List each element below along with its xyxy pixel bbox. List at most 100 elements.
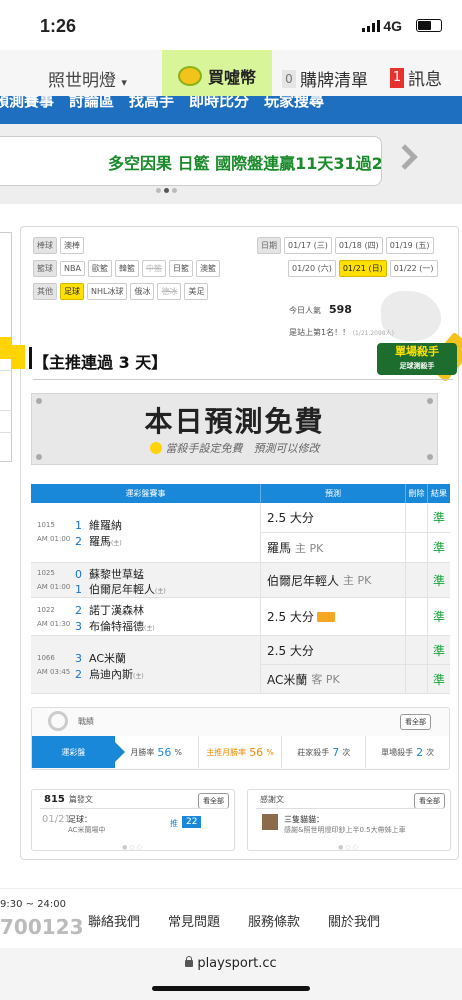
home-tag: (主) xyxy=(155,588,166,595)
col-header-result: 結果 xyxy=(431,489,447,498)
tab-main-monthly-win[interactable]: 主推月勝率 56% xyxy=(197,736,282,768)
match-id: 1015 xyxy=(37,521,55,529)
match-id: 1066 xyxy=(37,654,55,662)
buy-coins-button[interactable]: 買噓幣 xyxy=(162,50,272,102)
filter-tag[interactable]: 美足 xyxy=(184,283,209,300)
divider xyxy=(33,379,453,380)
filter-tag[interactable]: 俄冰 xyxy=(130,283,155,300)
free-subtitle: 當殺手設定免費 預測可以修改 xyxy=(32,440,437,456)
result-cells: 準 準 xyxy=(428,503,450,562)
marquee-banner[interactable]: 多空因果 日籃 國際盤連贏11天31過21 xyxy=(0,136,382,186)
footer-link-contact[interactable]: 聯絡我們 xyxy=(88,911,140,930)
match-info: 1066 AM 03:45 3 AC米蘭 2 烏迪內斯(主) xyxy=(31,636,261,693)
pick: 2.5 大分 xyxy=(261,636,405,665)
tab-sports-lottery[interactable]: 運彩盤 xyxy=(32,736,125,768)
filter-tag[interactable]: NBA xyxy=(60,261,85,276)
team-away: 3 AC米蘭 xyxy=(75,650,126,666)
footer: 9:30 ~ 24:00 700123 聯絡我們 常見問題 服務條款 關於我們 xyxy=(0,888,462,948)
score-home: 1 xyxy=(75,583,82,596)
filter-tag[interactable]: 澳棒 xyxy=(60,237,84,254)
record-tabs: 運彩盤 月勝率 56% 主推月勝率 56% 莊家殺手 7 次 單場殺手 2 次 xyxy=(32,736,449,768)
avatar xyxy=(262,814,278,830)
match-id: 1025 xyxy=(37,569,55,577)
result-cells: 準 準 xyxy=(428,636,450,693)
top-nav: 照世明燈 ▾ 買噓幣 0 購牌清單 1 訊息 xyxy=(0,50,462,102)
result: 準 xyxy=(428,503,450,533)
push-count: 22 xyxy=(182,816,202,828)
messages-label: 訊息 xyxy=(408,70,442,90)
filter-tag-selected[interactable]: 足球 xyxy=(60,283,84,300)
delete-cell xyxy=(406,636,428,693)
tab-bookie-killer[interactable]: 莊家殺手 7 次 xyxy=(281,736,366,768)
team-home-name: 伯爾尼年輕人 xyxy=(89,583,155,596)
status-bar: 1:26 4G xyxy=(0,0,462,50)
posts-see-all-button[interactable]: 看全部 xyxy=(198,793,229,809)
thanks-header: 感謝文 xyxy=(260,795,284,804)
result: 準 xyxy=(428,636,450,665)
score-away: 0 xyxy=(75,568,82,581)
buy-coins-label: 買噓幣 xyxy=(207,68,256,87)
footer-link-terms[interactable]: 服務條款 xyxy=(248,911,300,930)
killer-title: 單場殺手 xyxy=(395,345,439,358)
match-info: 1022 AM 01:30 2 諾丁漢森林 3 布倫特福德(主) xyxy=(31,598,261,635)
pick-hint: 客 PK xyxy=(311,673,340,686)
url-text: playsport.cc xyxy=(197,956,277,971)
date-option[interactable]: 01/19 (五) xyxy=(385,237,434,254)
section-nav-text: 預測賽事 討論區 找高手 即時比分 玩家搜尋 xyxy=(0,96,325,110)
team-home: 1 伯爾尼年輕人(主) xyxy=(75,581,166,597)
team-away-name: 蘇黎世草蜢 xyxy=(89,568,144,581)
thanks-text[interactable]: 感謝&照世明燈印鈔上半0.5大帶姊上車 xyxy=(284,825,406,835)
see-all-button[interactable]: 看全部 xyxy=(400,714,431,730)
home-indicator[interactable] xyxy=(152,986,310,991)
cart-link[interactable]: 0 購牌清單 xyxy=(282,66,368,91)
signal-icon xyxy=(362,20,380,32)
tab-single-killer[interactable]: 單場殺手 2 次 xyxy=(365,736,449,768)
rank-note-text: 是站上第1名！！ xyxy=(289,328,351,337)
browser-url-bar[interactable]: playsport.cc xyxy=(0,948,462,1000)
footer-link-about[interactable]: 關於我們 xyxy=(328,911,380,930)
user-name: 照世明燈 xyxy=(48,71,116,91)
tab-label: 主推月勝率 xyxy=(206,747,247,757)
result: 準 xyxy=(432,672,445,687)
headline: 【主推連過 3 天】 xyxy=(28,347,167,373)
cart-count: 0 xyxy=(282,69,296,88)
date-option-selected[interactable]: 01/21 (日) xyxy=(338,260,387,277)
filter-tag[interactable]: NHL冰球 xyxy=(87,283,128,300)
messages-link[interactable]: 1 訊息 xyxy=(390,65,442,90)
section-nav-strip[interactable]: 預測賽事 討論區 找高手 即時比分 玩家搜尋 xyxy=(0,96,462,124)
match-time: AM 03:45 xyxy=(37,668,71,676)
result: 準 xyxy=(432,610,445,624)
pick-hint: 主 PK xyxy=(295,541,324,555)
date-option[interactable]: 01/22 (一) xyxy=(389,260,438,277)
pick-text: AC米蘭 xyxy=(267,672,308,687)
main-pick-icon xyxy=(316,611,335,622)
score-away: 2 xyxy=(75,604,82,617)
date-option[interactable]: 01/18 (四) xyxy=(334,237,383,254)
date-option[interactable]: 01/17 (三) xyxy=(284,237,332,254)
service-hours: 9:30 ~ 24:00 xyxy=(0,899,67,910)
user-menu[interactable]: 照世明燈 ▾ xyxy=(48,66,127,91)
result: 準 xyxy=(432,573,445,588)
pick-cells: 2.5 大分 羅馬主 PK xyxy=(261,503,406,562)
date-label: 日期 xyxy=(257,237,281,254)
filter-tag[interactable]: 澳籃 xyxy=(195,260,220,277)
match-info: 1015 AM 01:00 1 維羅納 2 羅馬(主) xyxy=(31,503,261,562)
col-header-match: 運彩盤賽事 xyxy=(31,484,261,503)
pick-hint: 主 PK xyxy=(343,574,372,587)
tab-monthly-win[interactable]: 月勝率 56% xyxy=(114,736,198,768)
date-option[interactable]: 01/20 (六) xyxy=(288,260,336,277)
filter-tag[interactable]: 日籃 xyxy=(168,260,193,277)
main-panel: 棒球 澳棒 籃球 NBA 歐籃 韓籃 中籃 日籃 澳籃 其他 足球 NHL冰球 … xyxy=(11,226,462,860)
pick: 羅馬主 PK xyxy=(261,533,405,562)
filter-tag[interactable]: 歐籃 xyxy=(87,260,112,277)
posts-count: 815 xyxy=(44,794,65,805)
record-title: 戰績 xyxy=(78,717,94,726)
post-title[interactable]: AC米蘭場中 xyxy=(68,825,106,835)
footer-link-faq[interactable]: 常見問題 xyxy=(168,911,220,930)
divider xyxy=(40,808,228,809)
filter-tag[interactable]: 韓籃 xyxy=(114,260,139,277)
post-category: 足球： xyxy=(68,815,92,824)
thanks-see-all-button[interactable]: 看全部 xyxy=(414,793,445,809)
pick-text: 2.5 大分 xyxy=(267,643,314,658)
popularity-value: 598 xyxy=(329,303,352,316)
